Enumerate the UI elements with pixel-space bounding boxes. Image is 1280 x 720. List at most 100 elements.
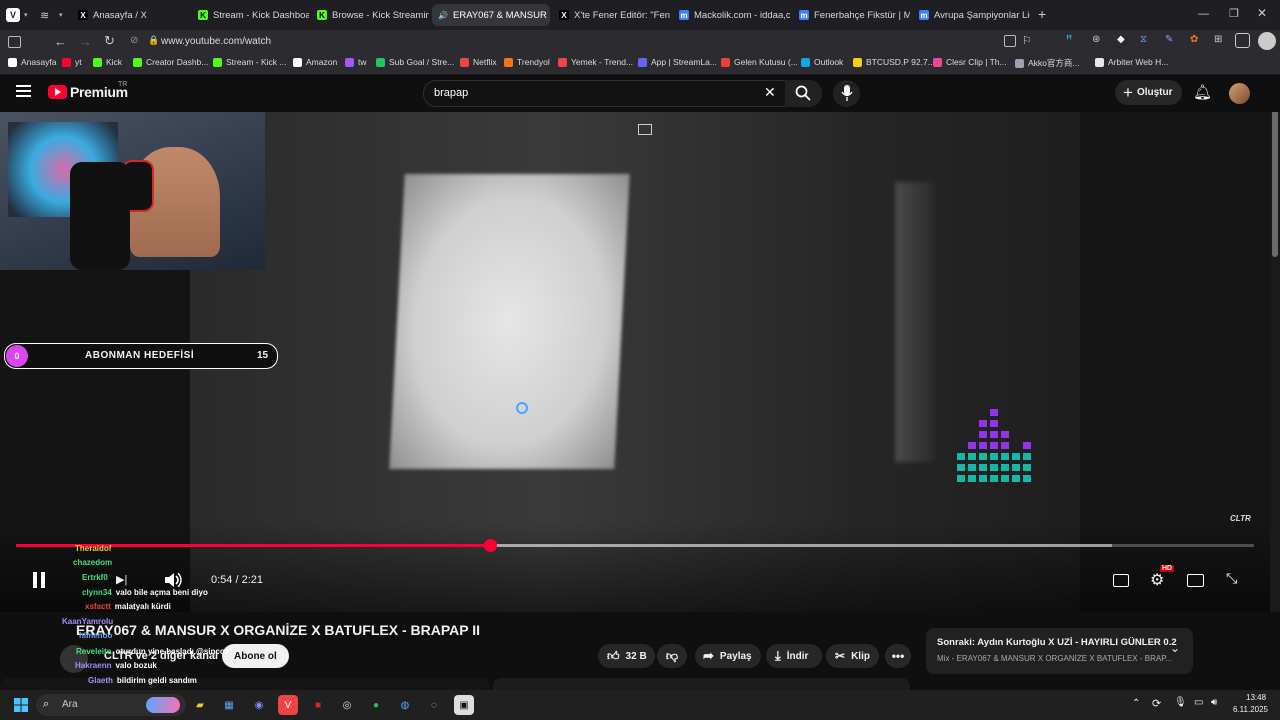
extension-icon[interactable]: ⊛ — [1092, 34, 1100, 45]
miniplayer-icon[interactable] — [638, 124, 652, 135]
account-avatar[interactable] — [1229, 83, 1250, 104]
settings-gear-icon[interactable]: ⚙ — [1150, 570, 1164, 590]
bookmark-item[interactable]: Arbiter Web H... — [1095, 57, 1168, 67]
search-input[interactable]: brapap ✕ — [423, 80, 787, 107]
windows-start-icon[interactable] — [14, 698, 28, 712]
bookmark-item[interactable]: yt — [62, 57, 82, 67]
bookmark-item[interactable]: Akko官方商... — [1015, 57, 1079, 69]
dislike-button[interactable]: 👎︎ — [657, 644, 687, 668]
bookmark-favicon-icon — [933, 57, 942, 67]
speaker-icon[interactable]: 🔊︎ — [1211, 697, 1217, 708]
vivaldi-menu-icon[interactable]: V — [6, 8, 20, 22]
chevron-down-icon[interactable]: ▾ — [59, 11, 63, 19]
clock-date[interactable]: 6.11.2025 — [1233, 705, 1268, 714]
extension-icon[interactable]: ⊞ — [1214, 34, 1222, 45]
back-icon[interactable]: ← — [54, 34, 67, 49]
clip-button[interactable]: ✂ Klip — [826, 644, 879, 668]
app-icon[interactable]: ■ — [308, 695, 328, 715]
browser-tab[interactable]: m Avrupa Şampiyonlar Ligi 20 — [913, 4, 1030, 26]
no-tracking-icon[interactable]: ⊘ — [130, 35, 138, 46]
create-button[interactable]: + Oluştur — [1115, 80, 1182, 105]
browser-tab[interactable]: X Anasayfa / X — [72, 4, 190, 26]
download-button[interactable]: ⤓ İndir — [766, 644, 822, 668]
reader-icon[interactable] — [1004, 35, 1016, 47]
share-button[interactable]: ➦ Paylaş — [695, 644, 761, 668]
more-icon: ••• — [891, 649, 905, 663]
obs-icon[interactable]: ◎ — [337, 695, 357, 715]
close-window-button[interactable]: ✕ — [1257, 6, 1267, 20]
subtitles-icon[interactable] — [1113, 574, 1129, 587]
extension-icon[interactable]: ◆ — [1117, 34, 1125, 45]
video-player[interactable]: 0 ABONMAN HEDEFİSİ 15 CLTR ▶| 0:54 / 2:2… — [0, 112, 1280, 612]
bookmark-item[interactable]: tw — [345, 57, 367, 67]
url-field[interactable]: www.youtube.com/watch — [161, 36, 271, 47]
description-box[interactable] — [493, 678, 910, 690]
spotify-icon[interactable]: ● — [366, 695, 386, 715]
forward-icon[interactable]: → — [79, 34, 92, 49]
scrollbar-thumb[interactable] — [1272, 112, 1278, 257]
extension-icon[interactable]: ⧖ — [1140, 34, 1147, 45]
menu-icon[interactable] — [16, 85, 31, 87]
microphone-icon[interactable]: 🎙︎ — [1174, 697, 1187, 708]
page-scrollbar[interactable] — [1272, 112, 1278, 612]
app-icon[interactable]: ▣ — [454, 695, 474, 715]
bookmark-item[interactable]: Trendyol — [504, 57, 550, 67]
clock-time[interactable]: 13:48 — [1246, 693, 1266, 702]
bookmark-item[interactable]: Gelen Kutusu (... — [721, 57, 798, 67]
extensions-menu-icon[interactable] — [1235, 33, 1250, 48]
lock-icon: 🔒 — [148, 35, 160, 45]
browser-tab[interactable]: K Browse - Kick Streaming — [311, 4, 429, 26]
bookmark-icon[interactable]: ⚐ — [1022, 34, 1032, 47]
clear-search-icon[interactable]: ✕ — [764, 84, 776, 101]
browser-tab[interactable]: m Mackolik.com - iddaa,canlı — [673, 4, 790, 26]
profile-avatar[interactable] — [1258, 32, 1276, 50]
vivaldi-icon[interactable]: V — [278, 695, 298, 715]
reload-icon[interactable]: ↻ — [104, 33, 115, 49]
app-icon[interactable]: ◍ — [395, 695, 415, 715]
bookmark-item[interactable]: Stream - Kick ... — [213, 57, 286, 67]
chevron-down-icon[interactable]: ⌄ — [1170, 641, 1180, 655]
like-button[interactable]: 👍︎ 32 B — [598, 644, 655, 668]
more-actions-button[interactable]: ••• — [885, 644, 911, 668]
browser-tab[interactable]: X X'te Fener Editör: "Fenerba — [553, 4, 670, 26]
bookmark-item[interactable]: Outlook — [801, 57, 843, 67]
bookmark-item[interactable]: Kick — [93, 57, 122, 67]
app-icon[interactable]: ◌ — [424, 695, 444, 715]
bookmark-item[interactable]: Creator Dashb... — [133, 57, 208, 67]
browser-tab[interactable]: m Fenerbahçe Fikstür | Macko — [793, 4, 910, 26]
bookmark-item[interactable]: Sub Goal / Stre... — [376, 57, 454, 67]
restore-button[interactable]: ❐ — [1229, 7, 1239, 20]
notifications-bell-icon[interactable]: 🔔︎ — [1193, 83, 1212, 101]
browser-tab[interactable]: K Stream - Kick Dashboard — [192, 4, 309, 26]
workspaces-icon[interactable]: ≋ — [40, 9, 49, 22]
voice-search-button[interactable] — [833, 80, 860, 107]
up-next-card[interactable]: Sonraki: Aydın Kurtoğlu X UZİ - HAYIRLI … — [926, 628, 1193, 674]
browser-tab[interactable]: 🔊 ERAY067 & MANSUR X OR — [432, 4, 550, 26]
bookmark-item[interactable]: Anasayfa — [8, 57, 56, 67]
bookmark-item[interactable]: Clesr Clip | Th... — [933, 57, 1007, 67]
pause-icon[interactable] — [33, 572, 37, 588]
sync-icon[interactable]: ⟳ — [1152, 697, 1161, 710]
search-button[interactable] — [785, 80, 822, 107]
taskbar-search[interactable]: ⌕ Ara — [36, 694, 186, 716]
bookmark-item[interactable]: BTCUSD.P 92.7... — [853, 57, 935, 67]
theater-mode-icon[interactable] — [1187, 574, 1204, 587]
chevron-up-icon[interactable]: ⌃ — [1132, 698, 1140, 709]
network-icon[interactable]: ▭ — [1194, 697, 1203, 708]
new-tab-button[interactable]: + — [1038, 6, 1046, 22]
chevron-down-icon[interactable]: ▾ — [24, 11, 28, 19]
extension-icon[interactable]: ꟸ — [1066, 33, 1072, 46]
minimize-button[interactable]: — — [1198, 8, 1209, 20]
fullscreen-icon[interactable]: ⤡ — [1226, 570, 1237, 587]
youtube-logo-icon[interactable] — [48, 85, 67, 99]
panel-toggle-icon[interactable] — [8, 36, 21, 48]
file-explorer-icon[interactable]: ▰ — [190, 695, 210, 715]
discord-icon[interactable]: ◉ — [249, 695, 269, 715]
bookmark-item[interactable]: Netflix — [460, 57, 497, 67]
store-icon[interactable]: ▦ — [219, 695, 239, 715]
bookmark-item[interactable]: Yemek - Trend... — [558, 57, 633, 67]
bookmark-item[interactable]: App | StreamLa... — [638, 57, 717, 67]
extension-icon[interactable]: ✎ — [1165, 34, 1173, 45]
extension-icon[interactable]: ✿ — [1190, 34, 1198, 45]
bookmark-item[interactable]: Amazon — [293, 57, 337, 67]
